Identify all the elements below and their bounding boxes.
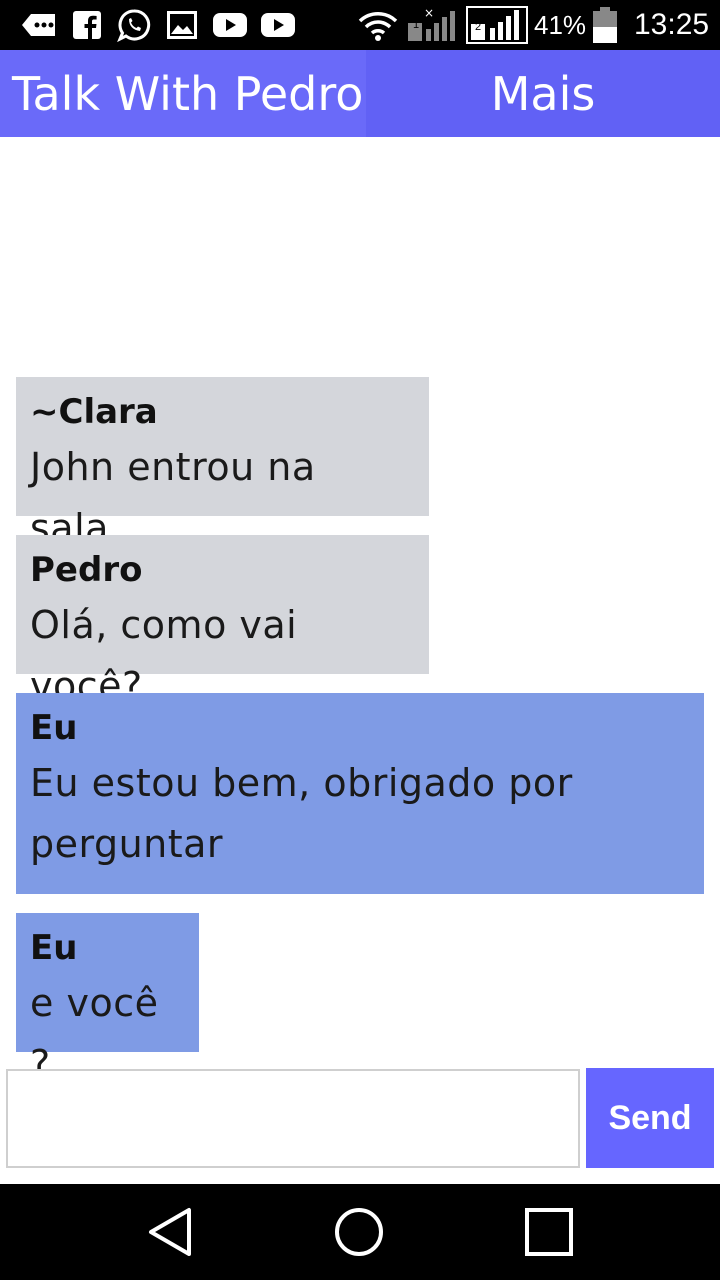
whatsapp-icon xyxy=(116,8,152,42)
message-bubble: ~Clara John entrou na sala. xyxy=(16,377,429,550)
message-sender: Eu xyxy=(30,928,78,968)
back-icon[interactable] xyxy=(140,1204,200,1260)
message-composer: Send xyxy=(0,1063,720,1173)
battery-percent: 41% xyxy=(534,10,587,40)
more-icon xyxy=(20,8,58,42)
home-icon[interactable] xyxy=(329,1204,389,1260)
facebook-icon xyxy=(72,8,102,42)
sim2-label: 2 xyxy=(475,21,482,33)
signal-sim2-icon: 2 xyxy=(466,6,528,44)
wifi-icon xyxy=(356,8,400,42)
message-bubble-own: Eu e você ? xyxy=(16,913,199,1086)
more-menu-button[interactable]: Mais xyxy=(366,50,720,137)
recents-icon[interactable] xyxy=(519,1204,579,1260)
message-bubble-own: Eu Eu estou bem, obrigado por perguntar xyxy=(16,693,704,894)
message-input[interactable] xyxy=(6,1069,580,1168)
svg-text:×: × xyxy=(424,7,434,20)
message-text-line: Eu estou bem, obrigado por xyxy=(30,761,573,805)
app-bar: Talk With Pedro Mais xyxy=(0,50,720,137)
youtube-icon xyxy=(260,8,296,42)
battery-icon xyxy=(592,7,618,43)
send-button[interactable]: Send xyxy=(586,1068,714,1168)
message-sender: Eu xyxy=(30,708,78,748)
sim1-label: 1 xyxy=(413,19,420,31)
message-list[interactable]: ~Clara John entrou na sala. Pedro Olá, c… xyxy=(0,137,720,1086)
signal-sim1-icon: × 1 xyxy=(406,7,462,42)
message-text-line: perguntar xyxy=(30,822,224,866)
clock: 13:25 xyxy=(634,8,710,41)
navigation-bar xyxy=(0,1184,720,1280)
youtube-icon xyxy=(212,8,248,42)
message-bubble: Pedro Olá, como vai você? xyxy=(16,535,429,708)
message-sender: ~Clara xyxy=(30,392,158,432)
app-title: Talk With Pedro xyxy=(12,66,364,121)
message-sender: Pedro xyxy=(30,550,143,590)
app-title-area: Talk With Pedro xyxy=(0,50,366,137)
status-bar: × 1 2 41% 13:25 xyxy=(0,0,720,50)
gallery-icon xyxy=(166,8,198,42)
